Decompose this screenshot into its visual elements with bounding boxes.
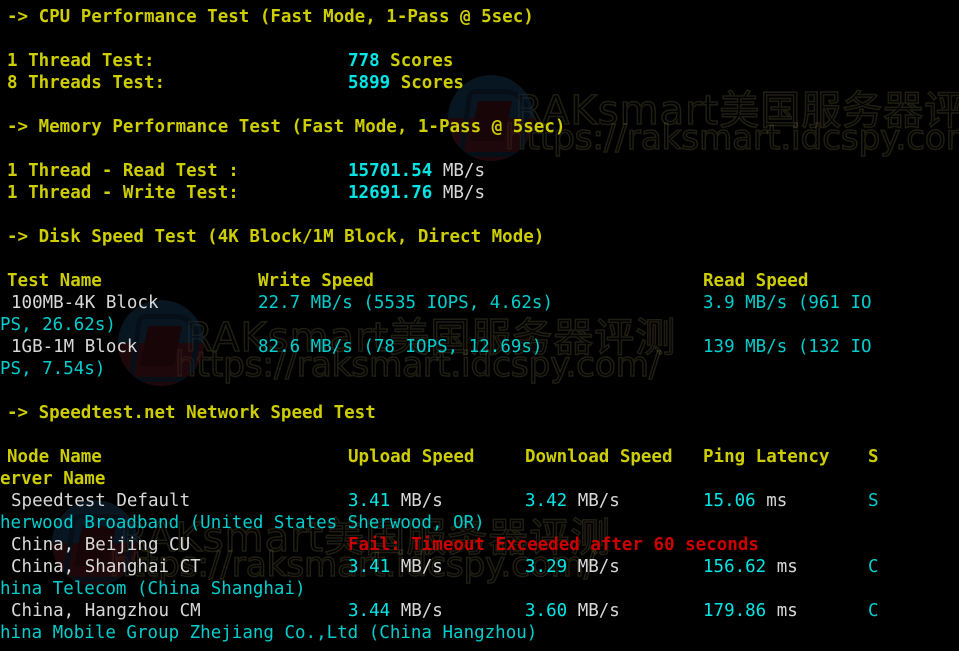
cpu-row-1thread-label: 1 Thread Test: xyxy=(7,51,155,71)
disk-row-read-value-wrap: PS, 26.62s) xyxy=(0,315,116,335)
speedtest-row-upload: 3.41 MB/s xyxy=(348,490,443,512)
speedtest-header-download-speed: Download Speed xyxy=(525,447,673,467)
speedtest-row-ping-unit: ms xyxy=(776,557,798,577)
speedtest-row-upload: 3.44 MB/s xyxy=(348,600,443,622)
memory-row-write: 1 Thread - Write Test: xyxy=(7,182,239,204)
terminal-output: -> CPU Performance Test (Fast Mode, 1-Pa… xyxy=(0,0,959,651)
speedtest-row-ping-value: 156.62 xyxy=(703,557,767,577)
speedtest-row-download: 3.42 MB/s xyxy=(525,490,620,512)
speedtest-row-download-unit: MB/s xyxy=(577,601,620,621)
speedtest-header-ping-latency: Ping Latency xyxy=(703,447,830,467)
memory-row-write-unit: MB/s xyxy=(442,183,485,203)
speedtest-row-server-head: C xyxy=(868,557,879,577)
speedtest-row-server-wrap: hina Telecom (China Shanghai) xyxy=(0,579,306,599)
speedtest-row-download-unit: MB/s xyxy=(577,491,620,511)
disk-row-write-value: 22.7 MB/s (5535 IOPS, 4.62s) xyxy=(258,293,554,313)
memory-row-read-unit: MB/s xyxy=(442,161,485,181)
speedtest-row-download-value: 3.42 xyxy=(525,491,568,511)
speedtest-row-upload-unit: MB/s xyxy=(400,601,443,621)
cpu-row-8threads-label: 8 Threads Test: xyxy=(7,73,166,93)
speedtest-row-node: China, Beijing CU xyxy=(11,535,191,555)
memory-row-read-label: 1 Thread - Read Test : xyxy=(7,161,239,181)
disk-section-heading: -> Disk Speed Test (4K Block/1M Block, D… xyxy=(7,227,545,247)
speedtest-row-ping-unit: ms xyxy=(776,601,798,621)
speedtest-row-ping-unit: ms xyxy=(766,491,788,511)
speedtest-header-upload-speed: Upload Speed xyxy=(348,447,475,467)
cpu-row-8threads: 8 Threads Test: xyxy=(7,72,165,94)
speedtest-row-error: Fail: Timeout Exceeded after 60 seconds xyxy=(348,535,759,555)
cpu-row-8threads-value: 5899 xyxy=(348,73,391,93)
speedtest-row-download-value: 3.29 xyxy=(525,557,568,577)
disk-row-name: 100MB-4K Block xyxy=(11,293,159,313)
speedtest-row-server-head: C xyxy=(868,601,879,621)
speedtest-row-upload-value: 3.41 xyxy=(348,557,391,577)
speedtest-row-upload: 3.41 MB/s xyxy=(348,556,443,578)
memory-row-read-value: 15701.54 xyxy=(348,161,433,181)
speedtest-row-ping: 179.86 ms xyxy=(703,600,798,622)
speedtest-row-node: China, Hangzhou CM xyxy=(11,601,201,621)
speedtest-section-heading: -> Speedtest.net Network Speed Test xyxy=(7,403,376,423)
speedtest-header-server-name: S xyxy=(868,447,879,467)
speedtest-row-upload-unit: MB/s xyxy=(400,491,443,511)
disk-row-read-value: 139 MB/s (132 IO xyxy=(703,337,872,357)
memory-section-heading: -> Memory Performance Test (Fast Mode, 1… xyxy=(7,117,566,137)
cpu-row-8threads-value-group: 5899 Scores xyxy=(348,72,464,94)
memory-row-write-value-group: 12691.76 MB/s xyxy=(348,182,485,204)
speedtest-row-download-value: 3.60 xyxy=(525,601,568,621)
memory-row-read-value-group: 15701.54 MB/s xyxy=(348,160,485,182)
memory-row-read: 1 Thread - Read Test : xyxy=(7,160,239,182)
speedtest-row-ping: 15.06 ms xyxy=(703,490,787,512)
speedtest-row-node: China, Shanghai CT xyxy=(11,557,201,577)
cpu-row-1thread-value-group: 778 Scores xyxy=(348,50,453,72)
speedtest-row-node: Speedtest Default xyxy=(11,491,191,511)
cpu-row-8threads-unit: Scores xyxy=(400,73,464,93)
speedtest-header-server-name-wrap: erver Name xyxy=(0,469,106,489)
speedtest-row-upload-value: 3.41 xyxy=(348,491,391,511)
speedtest-header-node-name: Node Name xyxy=(7,447,102,467)
speedtest-row-server-wrap: herwood Broadband (United States Sherwoo… xyxy=(0,513,485,533)
speedtest-row-ping-value: 179.86 xyxy=(703,601,767,621)
disk-header-test-name: Test Name xyxy=(7,271,102,291)
disk-row-name: 1GB-1M Block xyxy=(11,337,138,357)
speedtest-row-download: 3.60 MB/s xyxy=(525,600,620,622)
disk-header-write-speed: Write Speed xyxy=(258,271,374,291)
cpu-row-1thread: 1 Thread Test: xyxy=(7,50,155,72)
cpu-row-1thread-unit: Scores xyxy=(390,51,454,71)
disk-row-read-value-wrap: PS, 7.54s) xyxy=(0,359,106,379)
memory-row-write-label: 1 Thread - Write Test: xyxy=(7,183,239,203)
memory-row-write-value: 12691.76 xyxy=(348,183,433,203)
disk-header-read-speed: Read Speed xyxy=(703,271,809,291)
speedtest-row-server-wrap: hina Mobile Group Zhejiang Co.,Ltd (Chin… xyxy=(0,623,538,643)
cpu-section-heading: -> CPU Performance Test (Fast Mode, 1-Pa… xyxy=(7,7,534,27)
speedtest-row-server-head: S xyxy=(868,491,879,511)
cpu-row-1thread-value: 778 xyxy=(348,51,380,71)
speedtest-row-download: 3.29 MB/s xyxy=(525,556,620,578)
speedtest-row-upload-unit: MB/s xyxy=(400,557,443,577)
disk-row-write-value: 82.6 MB/s (78 IOPS, 12.69s) xyxy=(258,337,543,357)
speedtest-row-download-unit: MB/s xyxy=(577,557,620,577)
disk-row-read-value: 3.9 MB/s (961 IO xyxy=(703,293,872,313)
speedtest-row-ping-value: 15.06 xyxy=(703,491,756,511)
speedtest-row-ping: 156.62 ms xyxy=(703,556,798,578)
speedtest-row-upload-value: 3.44 xyxy=(348,601,391,621)
